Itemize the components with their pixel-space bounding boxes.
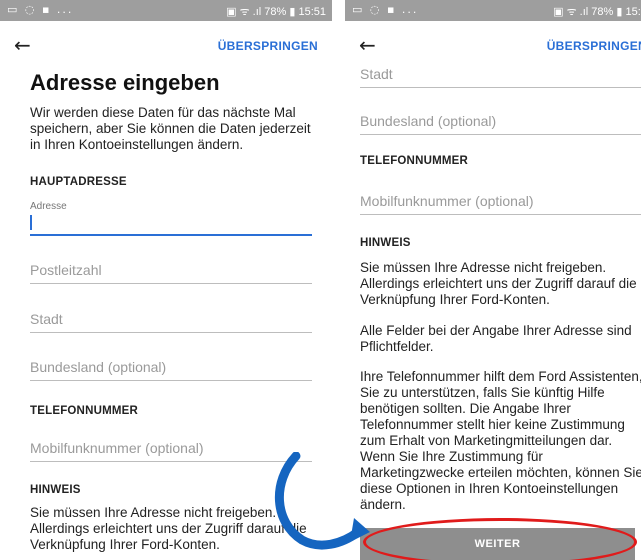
city-input[interactable]: Stadt	[360, 66, 641, 88]
hint-text-phone: Ihre Telefonnummer hilft dem Ford Assist…	[360, 369, 641, 512]
notification-icons: ▭ ◌ ▪ ...	[352, 3, 419, 16]
hint-text-required: Alle Felder bei der Angabe Ihrer Adresse…	[360, 323, 632, 354]
state-input[interactable]: Bundesland (optional)	[360, 113, 641, 135]
status-bar: ▭ ◌ ▪ ... ▣ ᯤ .ıl 78% ▮ 15:51	[345, 0, 641, 21]
skip-button[interactable]: ÜBERSPRINGEN	[547, 39, 641, 53]
transition-arrow-icon	[274, 452, 370, 550]
status-indicators: ▣ ᯤ .ıl 78% ▮ 15:51	[226, 6, 326, 18]
intro-text: Wir werden diese Daten für das nächste M…	[30, 105, 311, 152]
section-heading-phone: TELEFONNUMMER	[360, 155, 469, 167]
section-heading-main-address: HAUPTADRESSE	[30, 176, 127, 188]
postcode-input[interactable]: Postleitzahl	[30, 260, 312, 284]
section-heading-phone: TELEFONNUMMER	[30, 405, 139, 417]
screen-address-scrolled: ▭ ◌ ▪ ... ▣ ᯤ .ıl 78% ▮ 15:51 ← ÜBERSPRI…	[345, 0, 641, 560]
back-arrow-icon[interactable]: ←	[359, 33, 376, 57]
notification-icons: ▭ ◌ ▪ ...	[7, 3, 74, 16]
section-heading-hint: HINWEIS	[360, 237, 411, 249]
skip-button[interactable]: ÜBERSPRINGEN	[218, 39, 318, 53]
address-field-label: Adresse	[30, 201, 67, 212]
city-input[interactable]: Stadt	[30, 309, 312, 333]
phone-input[interactable]: Mobilfunknummer (optional)	[360, 193, 641, 215]
button-highlight-ellipse	[363, 518, 637, 560]
top-bar: ← ÜBERSPRINGEN	[345, 21, 641, 71]
status-bar: ▭ ◌ ▪ ... ▣ ᯤ .ıl 78% ▮ 15:51	[0, 0, 332, 21]
section-heading-hint: HINWEIS	[30, 484, 81, 496]
status-indicators: ▣ ᯤ .ıl 78% ▮ 15:51	[553, 6, 641, 18]
address-input[interactable]	[30, 214, 312, 236]
state-input[interactable]: Bundesland (optional)	[30, 357, 312, 381]
top-bar: ← ÜBERSPRINGEN	[0, 21, 332, 71]
page-title: Adresse eingeben	[30, 70, 220, 95]
hint-text-address: Sie müssen Ihre Adresse nicht freigeben.…	[360, 260, 637, 307]
back-arrow-icon[interactable]: ←	[14, 33, 31, 57]
text-cursor	[30, 215, 32, 230]
